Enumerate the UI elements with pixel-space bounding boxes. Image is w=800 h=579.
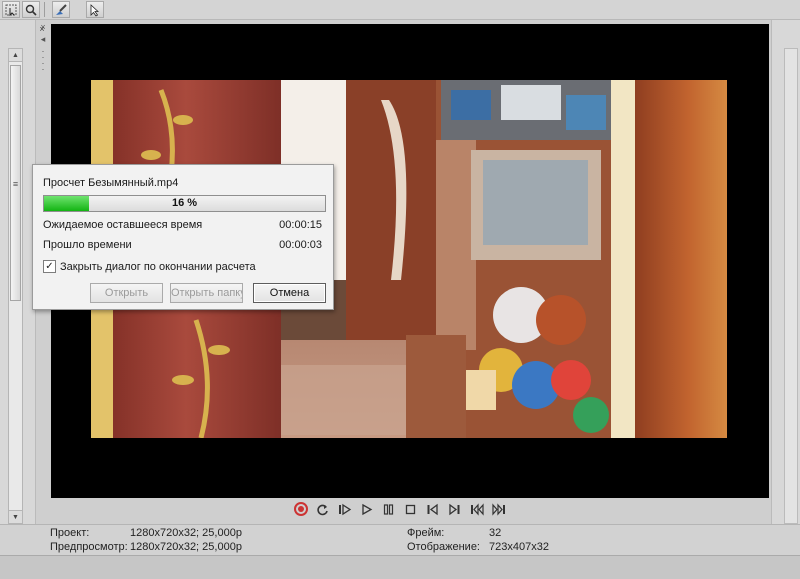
remaining-time-label: Ожидаемое оставшееся время [43, 219, 203, 231]
dock-grip-icon[interactable]: · · · · [39, 47, 47, 74]
display-value: 723x407x32 [489, 541, 549, 553]
stop-icon[interactable] [402, 501, 419, 518]
left-scrollbar[interactable]: ▲ ≡ ▼ [8, 48, 23, 524]
top-toolbar [0, 0, 800, 20]
right-scrollbar[interactable] [784, 48, 798, 524]
render-progress-bar: 16 % [43, 195, 326, 212]
display-label: Отображение: [407, 541, 480, 553]
transport-controls [292, 499, 507, 519]
play-from-start-icon[interactable] [336, 501, 353, 518]
scroll-up-icon[interactable]: ▲ [9, 49, 22, 62]
open-folder-button[interactable]: Открыть папку [170, 283, 243, 303]
frame-value: 32 [489, 527, 502, 539]
status-bar: Проект: 1280x720x32; 25,000p Предпросмот… [0, 524, 800, 555]
progress-percent: 16 % [171, 197, 198, 209]
brush-icon[interactable] [52, 1, 70, 18]
prev-frame-icon[interactable] [424, 501, 441, 518]
go-to-start-icon[interactable] [468, 501, 485, 518]
cancel-button[interactable]: Отмена [253, 283, 326, 303]
dialog-title: Просчет Безымянный.mp4 [43, 177, 179, 189]
dock-close-icon[interactable]: × [39, 23, 47, 32]
elapsed-time-label: Прошло времени [43, 239, 132, 251]
right-panel [771, 20, 800, 524]
zoom-icon[interactable] [22, 1, 40, 18]
open-button[interactable]: Открыть [90, 283, 163, 303]
dock-pin-icon[interactable]: ◂ [39, 35, 47, 44]
cursor-help-icon[interactable] [86, 1, 104, 18]
go-to-end-icon[interactable] [490, 501, 507, 518]
elapsed-time-value: 00:00:03 [279, 239, 322, 251]
frame-label: Фрейм: [407, 527, 445, 539]
bottom-strip [0, 555, 800, 579]
toolbar-separator [44, 2, 45, 17]
close-on-finish-option[interactable]: ✓ Закрыть диалог по окончании расчета [43, 260, 256, 273]
select-arrow-icon[interactable] [2, 1, 20, 18]
render-progress-dialog: Просчет Безымянный.mp4 16 % Ожидаемое ос… [32, 164, 334, 310]
scroll-thumb[interactable]: ≡ [10, 65, 21, 301]
close-on-finish-checkbox[interactable]: ✓ [43, 260, 56, 273]
project-label: Проект: [50, 527, 90, 539]
preview-label: Предпросмотр: [50, 541, 128, 553]
scroll-down-icon[interactable]: ▼ [9, 510, 22, 523]
left-panel: × ▲ ≡ ▼ [0, 20, 45, 524]
preview-value: 1280x720x32; 25,000p [130, 541, 242, 553]
project-value: 1280x720x32; 25,000p [130, 527, 242, 539]
pause-icon[interactable] [380, 501, 397, 518]
remaining-time-value: 00:00:15 [279, 219, 322, 231]
play-icon[interactable] [358, 501, 375, 518]
next-frame-icon[interactable] [446, 501, 463, 518]
loop-icon[interactable] [314, 501, 331, 518]
close-on-finish-label: Закрыть диалог по окончании расчета [60, 260, 256, 273]
record-icon[interactable] [292, 501, 309, 518]
